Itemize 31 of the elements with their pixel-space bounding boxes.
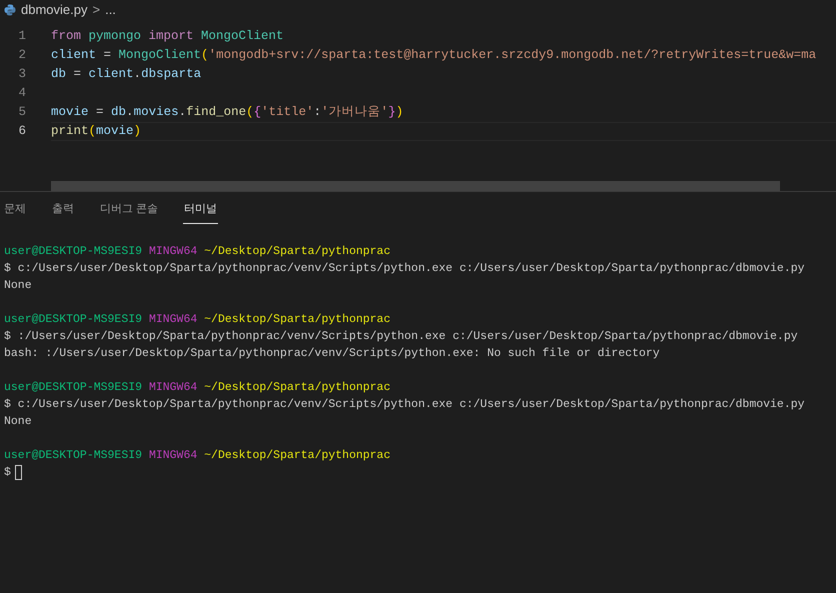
command-line: $ [4,465,11,481]
output-line: None [4,414,32,430]
command-line: $ c:/Users/user/Desktop/Sparta/pythonprac/venv/Scripts/python.exe c:/Users/user/Desktop/Sparta/pythonprac/dbmovie.py [4,397,805,413]
command-line: $ c:/Users/user/Desktop/Sparta/pythonprac/venv/Scripts/python.exe c:/Users/user/Desktop/Sparta/pythonprac/dbmovie.py [4,261,805,277]
code-line: db = client.dbsparta [51,66,202,84]
breadcrumb-separator: > [92,1,100,20]
code-line: client = MongoClient('mongodb+srv://sparta:test@harrytucker.srzcdy9.mongodb.net/?retryWrites=true&w=ma [51,47,816,64]
line-number: 3 [17,66,26,84]
panel-tab[interactable]: 출력 [51,200,75,224]
prompt-line: user@DESKTOP-MS9ESI9 MINGW64 ~/Desktop/Sparta/pythonprac [4,448,390,464]
code-line: print(movie) [51,123,142,140]
output-line: bash: :/Users/user/Desktop/Sparta/pythonprac/venv/Scripts/python.exe: No such file or directory [4,346,660,362]
python-file-icon [4,4,16,16]
file-breadcrumb[interactable]: dbmovie.py [21,0,88,20]
line-number: 6 [17,123,26,140]
breadcrumb-more[interactable]: ... [105,0,116,20]
line-number: 5 [17,104,26,122]
line-number: 4 [17,85,26,102]
horizontal-scrollbar[interactable] [51,181,780,191]
output-line: None [4,278,32,294]
line-number: 2 [17,47,26,64]
line-number: 1 [17,28,26,46]
panel-tab[interactable]: 디버그 콘솔 [99,200,160,224]
command-line: $ :/Users/user/Desktop/Sparta/pythonprac/venv/Scripts/python.exe c:/Users/user/Desktop/Sparta/pythonprac/dbmovie.py [4,329,798,345]
prompt-line: user@DESKTOP-MS9ESI9 MINGW64 ~/Desktop/Sparta/pythonprac [4,380,390,396]
prompt-line: user@DESKTOP-MS9ESI9 MINGW64 ~/Desktop/Sparta/pythonprac [4,312,390,328]
panel-tab[interactable]: 문제 [3,200,27,224]
code-line: movie = db.movies.find_one({'title':'가버나움'}) [51,104,404,122]
panel-tab[interactable]: 터미널 [183,200,218,224]
code-line: from pymongo import MongoClient [51,28,284,46]
prompt-line: user@DESKTOP-MS9ESI9 MINGW64 ~/Desktop/Sparta/pythonprac [4,244,390,260]
